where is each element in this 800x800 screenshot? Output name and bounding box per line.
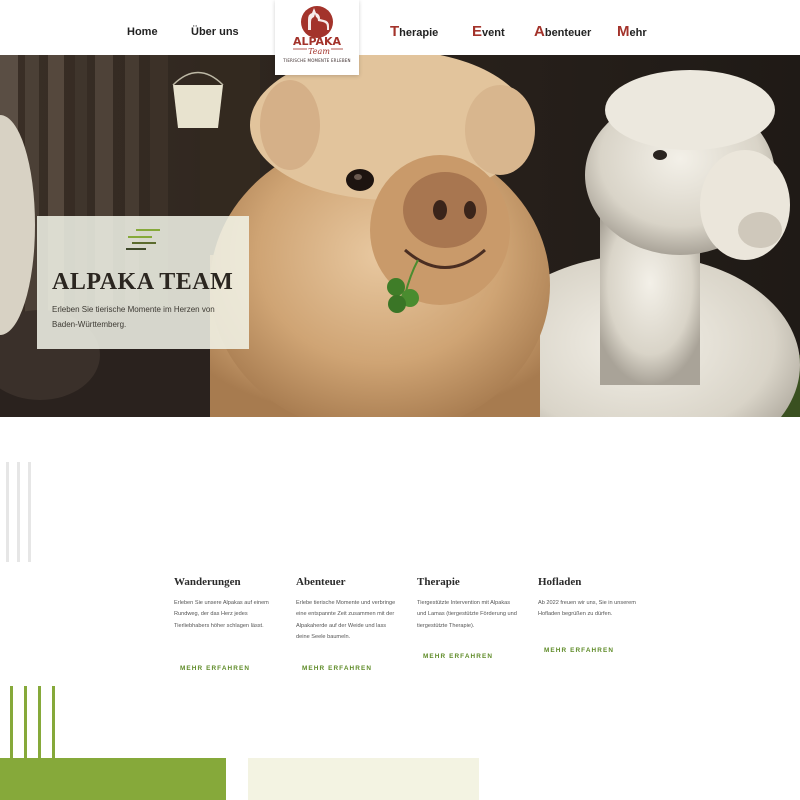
mehr-erfahren-hofladen[interactable]: MEHR ERFAHREN [544, 647, 614, 654]
site-logo[interactable]: ALPAKA Team TIERISCHE MOMENTE ERLEBEN [275, 0, 359, 75]
service-title: Hofladen [538, 576, 582, 588]
service-therapie: Therapie Tiergestützte Intervention mit … [417, 576, 517, 632]
nav-ueber-uns[interactable]: Über uns [191, 26, 239, 38]
service-text: Erlebe tierische Momente und verbringe e… [296, 600, 396, 640]
nav-event-rest: vent [482, 27, 505, 39]
service-text: Ab 2022 freuen wir uns, Sie in unserem H… [538, 600, 636, 618]
nav-therapie[interactable]: Therapie [390, 23, 438, 40]
nav-mehr-initial: M [617, 23, 630, 40]
green-block [0, 758, 226, 800]
grey-lines-decoration [6, 462, 31, 562]
alpaca-logo-icon: ALPAKA Team [293, 6, 343, 56]
nav-event[interactable]: Event [472, 23, 505, 40]
logo-tagline: TIERISCHE MOMENTE ERLEBEN [283, 58, 351, 63]
service-text: Tiergestützte Intervention mit Alpakas u… [417, 600, 517, 629]
nav-abenteuer-rest: benteuer [544, 27, 592, 39]
nav-therapie-initial: T [390, 23, 400, 40]
green-lines-decoration [10, 686, 55, 758]
service-text: Erleben Sie unsere Alpakas auf einem Run… [174, 600, 269, 629]
nav-home[interactable]: Home [127, 26, 158, 38]
mehr-erfahren-therapie[interactable]: MEHR ERFAHREN [423, 653, 493, 660]
stripes-icon [126, 229, 160, 250]
site-header: Home Über uns Therapie Event Abenteuer M… [0, 0, 800, 55]
nav-mehr[interactable]: Mehr [617, 23, 647, 40]
logo-script: Team [308, 47, 330, 56]
service-title: Therapie [417, 576, 460, 588]
nav-abenteuer[interactable]: Abenteuer [534, 23, 591, 40]
hero-text: Erleben Sie tierische Momente im Herzen … [52, 305, 215, 329]
cream-block [248, 758, 479, 800]
service-hofladen: Hofladen Ab 2022 freuen wir uns, Sie in … [538, 576, 638, 621]
nav-abenteuer-initial: A [534, 23, 545, 40]
mehr-erfahren-abenteuer[interactable]: MEHR ERFAHREN [302, 665, 372, 672]
nav-event-initial: E [472, 23, 483, 40]
nav-therapie-rest: herapie [399, 27, 439, 39]
service-title: Abenteuer [296, 576, 346, 588]
nav-mehr-rest: ehr [629, 27, 647, 39]
service-title: Wanderungen [174, 576, 241, 588]
hero-section: ALPAKA TEAM Erleben Sie tierische Moment… [0, 55, 800, 417]
service-abenteuer: Abenteuer Erlebe tierische Momente und v… [296, 576, 396, 643]
mehr-erfahren-wanderungen[interactable]: MEHR ERFAHREN [180, 665, 250, 672]
service-wanderungen: Wanderungen Erleben Sie unsere Alpakas a… [174, 576, 274, 632]
hero-title: ALPAKA TEAM [52, 269, 234, 295]
hero-card: ALPAKA TEAM Erleben Sie tierische Moment… [37, 216, 249, 349]
